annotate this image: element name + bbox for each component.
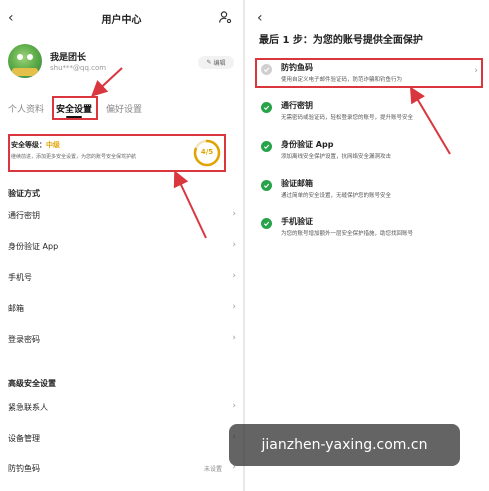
row-label: 登录密码 [8,335,40,344]
chevron-right-icon: › [232,271,236,281]
edit-label: 编辑 [213,60,226,67]
step-authenticator-app[interactable]: 身份验证 App 添加离线安全保护设置，抗网络安全漏洞攻击 [259,139,484,167]
tab-personal-info[interactable]: 个人资料 [8,102,44,115]
chevron-right-icon: › [232,401,236,411]
watermark-badge: jianzhen-yaxing.com.cn [229,424,460,466]
step-desc: 通过简单的安全设置，无缝保护您的账号安全 [281,193,392,199]
row-phone[interactable]: 手机号 › [8,271,236,286]
pencil-icon: ✎ [206,59,212,66]
step-title: 手机验证 [281,217,313,226]
step-highlight-box [255,58,483,88]
step-desc: 添加离线安全保护设置，抗网络安全漏洞攻击 [281,154,392,160]
user-email: shu***@qq.com [50,64,107,72]
step-passkey[interactable]: 通行密钥 无需密码或验证码，轻松登录您的账号，提升账号安全 [259,100,484,128]
user-name: 我是团长 [50,53,87,63]
step-title: 验证邮箱 [281,179,313,188]
level-highlight-box [8,134,226,172]
section-advanced-security: 高级安全设置 [8,379,56,388]
chevron-right-icon: › [232,333,236,343]
check-icon [261,141,272,152]
profile-tabs: 个人资料 安全设置 偏好设置 [0,98,243,118]
check-icon [261,180,272,191]
chevron-right-icon: › [232,302,236,312]
row-label: 设备管理 [8,434,40,443]
check-icon [261,102,272,113]
final-step-panel: ‹ 最后 1 步：为您的账号提供全面保护 防钓鱼码 使用自定义电子邮件验证码，防… [245,0,489,491]
row-label: 防钓鱼码 [8,464,40,473]
back-button[interactable]: ‹ [257,10,263,26]
row-passkey[interactable]: 通行密钥 › [8,209,236,224]
step-desc: 无需密码或验证码，轻松登录您的账号，提升账号安全 [281,115,414,121]
row-anti-phishing-code[interactable]: 防钓鱼码 未设置 › [8,462,236,477]
chevron-right-icon: › [232,209,236,219]
section-verify-methods: 验证方式 [8,189,40,198]
row-label: 通行密钥 [8,211,40,220]
avatar[interactable] [8,44,42,78]
step-title: 身份验证 App [281,140,334,149]
status-not-set: 未设置 [203,466,222,473]
row-label: 紧急联系人 [8,403,48,412]
row-login-password[interactable]: 登录密码 › [8,333,236,348]
chevron-right-icon: › [232,240,236,250]
step-phone-verify[interactable]: 手机验证 为您的账号增加额外一层安全保护措施，助您找回账号 [259,216,484,244]
row-label: 邮箱 [8,304,24,313]
row-label: 身份验证 App [8,242,59,251]
row-emergency-contact[interactable]: 紧急联系人 › [8,401,236,416]
row-label: 手机号 [8,273,32,282]
step-title: 通行密钥 [281,101,313,110]
row-device-management[interactable]: 设备管理› [8,432,236,447]
tab-highlight-box [52,96,98,120]
tab-preferences[interactable]: 偏好设置 [106,102,142,115]
user-settings-icon[interactable] [218,10,232,24]
user-center-panel: ‹ 用户中心 我是团长 shu***@qq.com ✎ 编辑 个人资料 安全设置… [0,0,243,491]
row-authenticator-app[interactable]: 身份验证 App › [8,240,236,255]
page-title: 用户中心 [101,15,142,26]
step-desc: 为您的账号增加额外一层安全保护措施，助您找回账号 [281,231,414,237]
row-email[interactable]: 邮箱 › [8,302,236,317]
edit-profile-button[interactable]: ✎ 编辑 [198,56,234,69]
page-title: 最后 1 步：为您的账号提供全面保护 [259,35,423,46]
step-verify-email[interactable]: 验证邮箱 通过简单的安全设置，无缝保护您的账号安全 [259,178,484,206]
check-icon [261,218,272,229]
